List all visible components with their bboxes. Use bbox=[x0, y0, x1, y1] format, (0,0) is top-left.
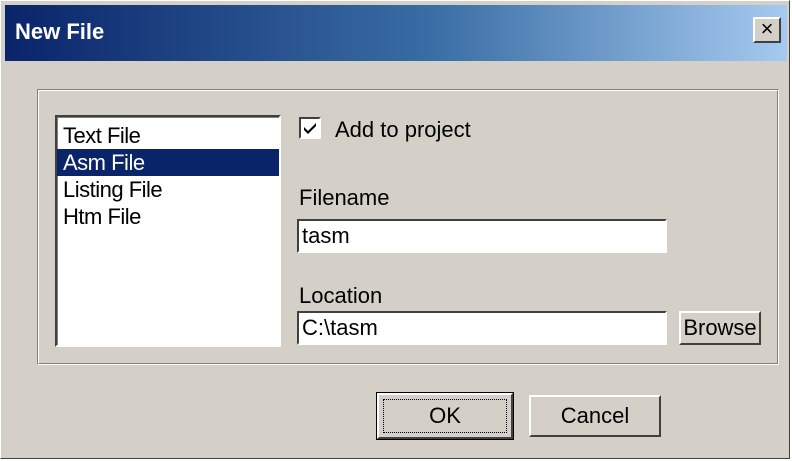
add-to-project-checkbox[interactable] bbox=[299, 117, 321, 139]
checkmark-icon bbox=[304, 123, 316, 134]
browse-button[interactable]: Browse bbox=[679, 311, 761, 345]
new-file-dialog: New File × Text File Asm File Listing Fi… bbox=[0, 0, 790, 459]
dialog-title: New File bbox=[15, 19, 105, 44]
list-item-asm-file[interactable]: Asm File bbox=[57, 149, 279, 176]
browse-button-label: Browse bbox=[683, 315, 757, 340]
add-to-project-label[interactable]: Add to project bbox=[335, 117, 471, 143]
file-type-list[interactable]: Text File Asm File Listing File Htm File bbox=[55, 115, 281, 347]
close-button[interactable]: × bbox=[753, 17, 781, 43]
list-item-listing-file[interactable]: Listing File bbox=[57, 176, 279, 203]
cancel-button[interactable]: Cancel bbox=[529, 395, 661, 437]
close-icon: × bbox=[760, 16, 774, 41]
location-label: Location bbox=[299, 283, 383, 308]
location-input[interactable]: C:\tasm bbox=[297, 311, 667, 345]
cancel-button-label: Cancel bbox=[560, 403, 630, 428]
title-bar[interactable]: New File × bbox=[5, 5, 787, 61]
focus-rect bbox=[383, 399, 507, 433]
filename-input[interactable]: tasm bbox=[297, 219, 667, 253]
list-item-htm-file[interactable]: Htm File bbox=[57, 203, 279, 230]
list-item-text-file[interactable]: Text File bbox=[57, 122, 279, 149]
filename-label: Filename bbox=[299, 185, 390, 210]
ok-button[interactable]: OK bbox=[376, 392, 514, 440]
